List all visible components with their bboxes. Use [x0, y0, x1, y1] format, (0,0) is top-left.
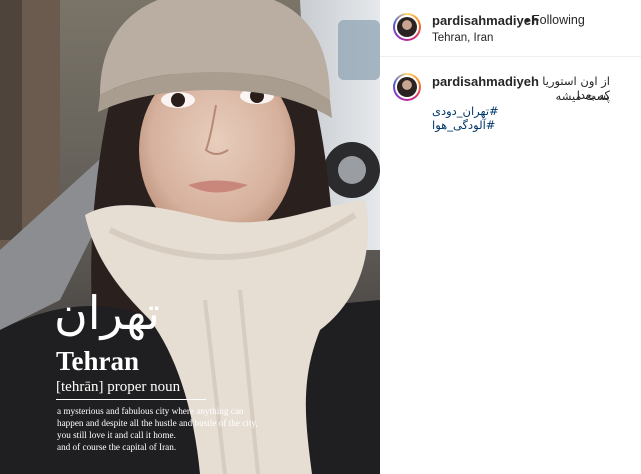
caption-text-line-2: پست میشه	[555, 89, 610, 103]
overlay-title: Tehran	[56, 346, 140, 376]
definition-line: happen and despite all the hustle and bu…	[57, 418, 258, 428]
username-link[interactable]: pardisahmadiyeh	[432, 13, 539, 28]
definition-line: and of course the capital of Iran.	[57, 442, 177, 452]
caption-avatar[interactable]	[393, 73, 421, 101]
post-sidebar: pardisahmadiyeh • Following Tehran, Iran…	[380, 0, 641, 474]
location-link[interactable]: Tehran, Iran	[432, 32, 493, 44]
overlay-divider	[56, 399, 206, 400]
hashtag-link[interactable]: #آلودگی_هوا	[432, 118, 495, 132]
separator-dot: •	[525, 13, 530, 28]
definition-line: a mysterious and fabulous city where any…	[57, 406, 244, 416]
caption-username-link[interactable]: pardisahmadiyeh	[432, 74, 539, 89]
overlay-definition: a mysterious and fabulous city where any…	[57, 405, 282, 453]
avatar[interactable]	[393, 13, 421, 41]
avatar-image	[397, 77, 417, 97]
definition-line: you still love it and call it home.	[57, 430, 176, 440]
photo-illustration	[0, 0, 380, 474]
post-header: pardisahmadiyeh • Following Tehran, Iran	[380, 0, 641, 57]
hashtag-link[interactable]: #تهران_دودی	[432, 104, 499, 118]
overlay-pronunciation: [tehrān] proper noun	[56, 379, 181, 395]
overlay-persian-title: تهران	[54, 286, 160, 340]
avatar-image	[397, 17, 417, 37]
post-photo[interactable]: تهران Tehran [tehrān] proper noun a myst…	[0, 0, 380, 474]
following-button[interactable]: Following	[532, 13, 585, 27]
